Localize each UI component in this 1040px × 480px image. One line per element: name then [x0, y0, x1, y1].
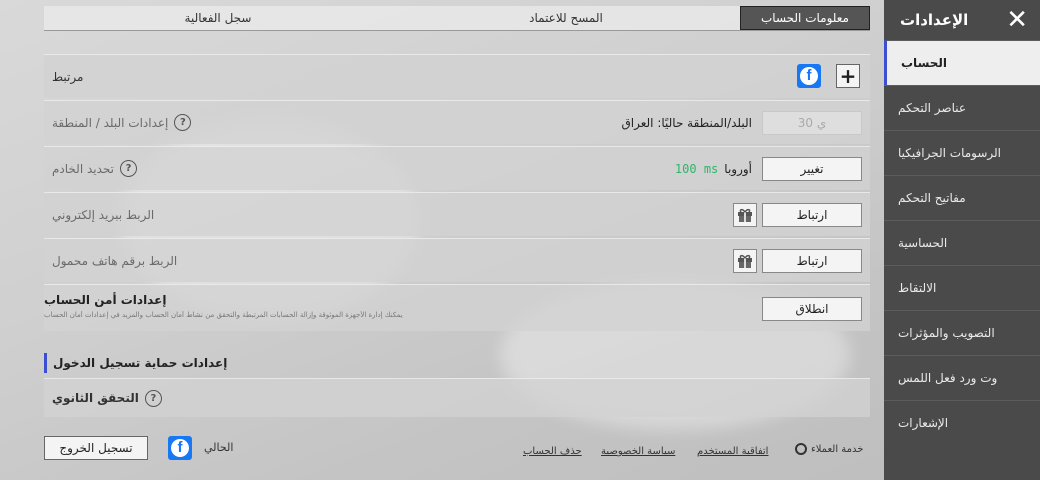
help-icon[interactable]: ?: [144, 389, 162, 407]
server-label: تحديد الخادم: [52, 161, 115, 176]
twofa-label: التحقق الثانوي: [52, 391, 139, 405]
delete-account-link[interactable]: حذف الحساب: [523, 446, 582, 457]
link-email-button[interactable]: ارتباط: [762, 203, 862, 227]
user-agreement-link[interactable]: اتفاقية المستخدم: [697, 446, 768, 457]
tab-account-info[interactable]: معلومات الحساب: [740, 6, 870, 30]
tab-scan-auth[interactable]: المسح للاعتماد: [392, 6, 740, 30]
sidebar-item-control-keys[interactable]: مفاتيح التحكم: [884, 175, 1040, 220]
sidebar-item-controls[interactable]: عناصر التحكم: [884, 85, 1040, 130]
launch-security-button[interactable]: انطلاق: [762, 297, 862, 321]
current-label: الحالي: [204, 441, 234, 454]
server-setting: تحديد الخادم ?: [52, 147, 138, 190]
twofa-setting: التحقق الثانوي ?: [52, 379, 162, 417]
region-change-button[interactable]: 30 ي: [762, 111, 862, 135]
region-setting: إعدادات البلد / المنطقة ?: [52, 101, 192, 144]
help-icon[interactable]: ?: [174, 114, 192, 131]
sidebar-item-graphics[interactable]: الرسومات الجرافيكيا: [884, 130, 1040, 175]
sidebar-item-notifications[interactable]: الإشعارات: [884, 400, 1040, 445]
customer-service-label: خدمة العملاء: [811, 443, 864, 455]
server-info: 100 ms أوروبا: [675, 147, 752, 190]
tab-bar: سجل الفعالية المسح للاعتماد معلومات الحس…: [44, 6, 870, 31]
logout-button[interactable]: تسجيل الخروج: [44, 436, 148, 460]
region-current: البلد/المنطقة حاليًا: العراق: [621, 115, 752, 130]
security-description: يمكنك إدارة الأجهزة الموثوقة وإزالة الحس…: [44, 311, 403, 319]
help-icon[interactable]: ?: [120, 160, 138, 177]
phone-label: الربط برقم هاتف محمول: [52, 253, 178, 268]
linked-label: مرتبط: [52, 69, 84, 84]
linked-row: مرتبط f +: [44, 54, 870, 98]
email-row: الربط ببريد إلكتروني ارتباط: [44, 192, 870, 236]
settings-title: الإعدادات: [900, 11, 969, 29]
facebook-linked-icon[interactable]: f: [797, 64, 821, 88]
email-label: الربط ببريد إلكتروني: [52, 207, 155, 222]
change-server-button[interactable]: تغيير: [762, 157, 862, 181]
twofa-row[interactable]: التحقق الثانوي ?: [44, 378, 870, 417]
login-protection-title: إعدادات حماية تسجيل الدخول: [53, 356, 228, 370]
login-protection-header: إعدادات حماية تسجيل الدخول: [44, 352, 870, 374]
close-icon[interactable]: ✕: [1006, 7, 1028, 33]
sidebar-item-sensitivity[interactable]: الحساسية: [884, 220, 1040, 265]
security-row: إعدادات أمن الحساب يمكنك إدارة الأجهزة ا…: [44, 284, 870, 331]
link-phone-button[interactable]: ارتباط: [762, 249, 862, 273]
sidebar-item-aim-effects[interactable]: التصويب والمؤثرات: [884, 310, 1040, 355]
region-label: إعدادات البلد / المنطقة: [52, 115, 169, 130]
region-row: إعدادات البلد / المنطقة ? البلد/المنطقة …: [44, 100, 870, 144]
gift-icon[interactable]: [733, 249, 757, 273]
section-accent: [44, 353, 47, 373]
gift-icon[interactable]: [733, 203, 757, 227]
sidebar-item-account[interactable]: الحساب: [884, 40, 1040, 85]
server-ping: 100 ms: [674, 161, 719, 176]
settings-sidebar: الإعدادات ✕ الحساب عناصر التحكم الرسومات…: [884, 0, 1040, 480]
sidebar-item-touch-feedback[interactable]: وت ورد فعل اللمس: [884, 355, 1040, 400]
sidebar-header: الإعدادات ✕: [884, 0, 1040, 40]
headset-icon: [795, 443, 807, 455]
tab-event-log[interactable]: سجل الفعالية: [44, 6, 392, 30]
security-title: إعدادات أمن الحساب: [44, 293, 167, 307]
server-name: أوروبا: [724, 161, 752, 176]
privacy-policy-link[interactable]: سياسة الخصوصية: [601, 446, 675, 457]
customer-service[interactable]: خدمة العملاء: [795, 443, 863, 455]
server-row: تحديد الخادم ? 100 ms أوروبا تغيير: [44, 146, 870, 190]
add-link-button[interactable]: +: [836, 64, 860, 88]
plus-icon: +: [839, 64, 857, 88]
phone-row: الربط برقم هاتف محمول ارتباط: [44, 238, 870, 282]
sidebar-item-pickup[interactable]: الالتقاط: [884, 265, 1040, 310]
facebook-current-icon: f: [168, 436, 192, 460]
